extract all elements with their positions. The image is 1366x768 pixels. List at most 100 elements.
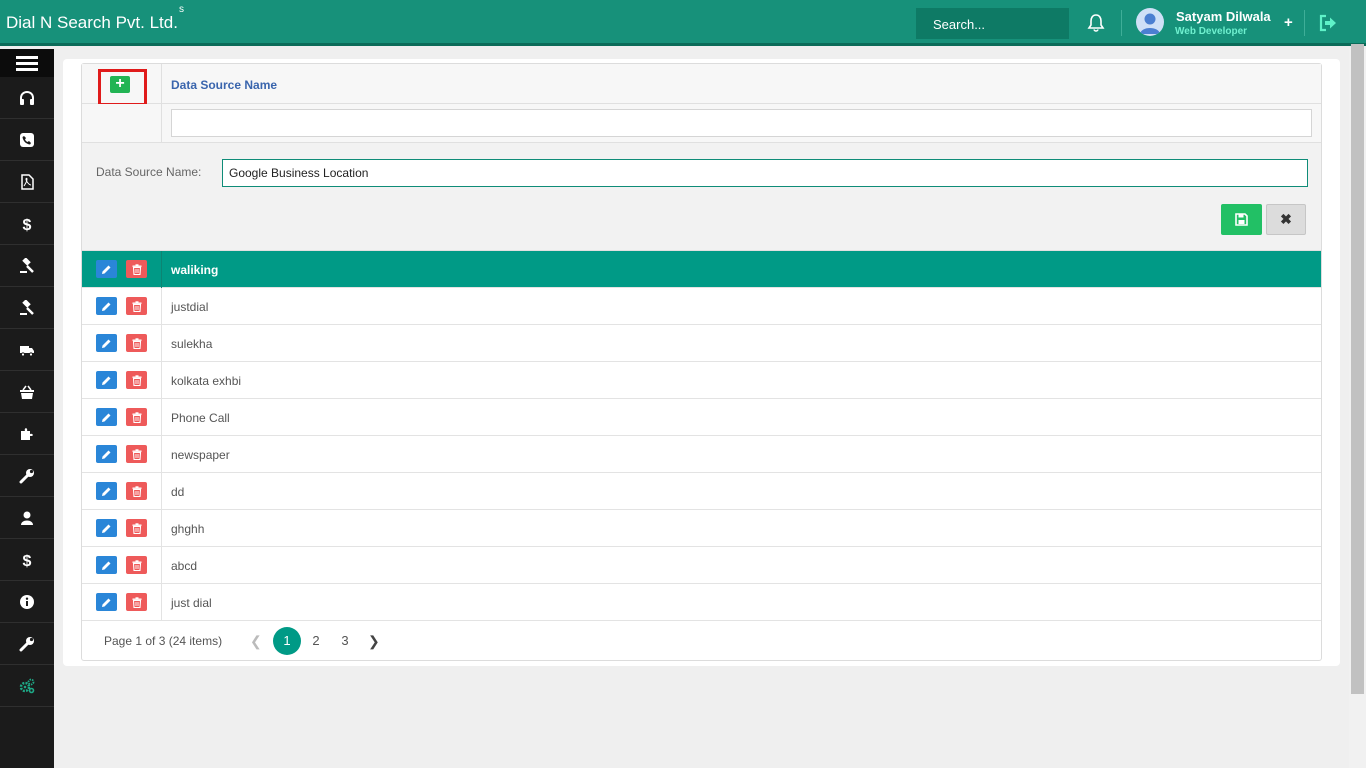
sidebar-item-delivery[interactable] — [0, 329, 54, 371]
row-name: ghghh — [171, 522, 205, 536]
row-name: newspaper — [171, 448, 230, 462]
table-row[interactable]: waliking — [82, 251, 1321, 288]
table-row[interactable]: abcd — [82, 547, 1321, 584]
chevron-right-icon[interactable]: ❯ — [368, 633, 380, 650]
plus-icon[interactable]: + — [1284, 14, 1293, 31]
user-role: Web Developer — [1175, 26, 1248, 37]
edit-button[interactable] — [96, 593, 117, 611]
chevron-left-icon[interactable]: ❮ — [250, 633, 262, 650]
table-row[interactable]: kolkata exhbi — [82, 362, 1321, 399]
dollar-icon: $ — [23, 217, 32, 232]
data-source-name-field[interactable] — [222, 159, 1308, 187]
cogs-icon — [19, 678, 35, 693]
sidebar-item-support[interactable] — [0, 77, 54, 119]
row-name: justdial — [171, 300, 209, 314]
svg-text:$: $ — [23, 553, 32, 568]
column-header-data-source-name[interactable]: Data Source Name — [171, 78, 277, 92]
delete-button[interactable] — [126, 408, 147, 426]
avatar[interactable] — [1136, 8, 1164, 36]
table-row[interactable]: ghghh — [82, 510, 1321, 547]
row-name: waliking — [171, 263, 219, 277]
pencil-icon — [102, 561, 111, 570]
table-row[interactable]: Phone Call — [82, 399, 1321, 436]
delete-button[interactable] — [126, 556, 147, 574]
wrench-icon — [19, 636, 34, 651]
trash-icon — [132, 411, 141, 423]
edit-button[interactable] — [96, 445, 117, 463]
table-row[interactable]: sulekha — [82, 325, 1321, 362]
save-icon — [1235, 213, 1248, 226]
bell-icon[interactable] — [1087, 13, 1105, 33]
edit-button[interactable] — [96, 260, 117, 278]
trash-icon — [132, 485, 141, 497]
pencil-icon — [102, 376, 111, 385]
sidebar-item-calls[interactable] — [0, 119, 54, 161]
row-name: Phone Call — [171, 411, 230, 425]
edit-button[interactable] — [96, 371, 117, 389]
sidebar-item-settings[interactable] — [0, 665, 54, 707]
trash-icon — [132, 559, 141, 571]
sidebar-item-auction[interactable] — [0, 245, 54, 287]
edit-button[interactable] — [96, 482, 117, 500]
sidebar-item-documents[interactable] — [0, 161, 54, 203]
grid-header-row: + Data Source Name — [82, 64, 1321, 106]
table-row[interactable]: dd — [82, 473, 1321, 510]
sidebar-item-billing[interactable]: $ — [0, 203, 54, 245]
sidebar-item-tools[interactable] — [0, 455, 54, 497]
delete-button[interactable] — [126, 445, 147, 463]
edit-button[interactable] — [96, 297, 117, 315]
edit-form: Data Source Name: ✖ — [82, 143, 1321, 251]
pager-info: Page 1 of 3 (24 items) — [104, 634, 223, 648]
brand-text: Dial N Search Pvt. Ltd. — [6, 13, 178, 32]
delete-button[interactable] — [126, 260, 147, 278]
sidebar: $ $ — [0, 49, 54, 768]
column-divider — [161, 362, 162, 399]
sidebar-item-info[interactable] — [0, 581, 54, 623]
hamburger-menu-icon[interactable] — [0, 49, 54, 77]
row-name: dd — [171, 485, 185, 499]
sidebar-item-legal[interactable] — [0, 287, 54, 329]
sidebar-item-shop[interactable] — [0, 371, 54, 413]
info-icon — [20, 594, 34, 609]
pager-page-2[interactable]: 2 — [302, 627, 330, 655]
delete-button[interactable] — [126, 482, 147, 500]
filter-input[interactable] — [171, 109, 1312, 137]
headset-icon — [20, 90, 34, 105]
sidebar-item-modules[interactable] — [0, 413, 54, 455]
row-name: just dial — [171, 596, 212, 610]
delete-button[interactable] — [126, 593, 147, 611]
user-avatar-icon — [1140, 13, 1160, 34]
save-button[interactable] — [1221, 204, 1262, 235]
column-divider — [161, 399, 162, 436]
edit-button[interactable] — [96, 519, 117, 537]
edit-button[interactable] — [96, 408, 117, 426]
pencil-icon — [102, 450, 111, 459]
table-row[interactable]: just dial — [82, 584, 1321, 621]
sidebar-item-payments[interactable]: $ — [0, 539, 54, 581]
edit-button[interactable] — [96, 556, 117, 574]
column-divider — [161, 64, 162, 143]
logout-icon[interactable] — [1319, 14, 1337, 32]
sidebar-item-maintenance[interactable] — [0, 623, 54, 665]
delete-button[interactable] — [126, 334, 147, 352]
brand-title[interactable]: Dial N Search Pvt. Ltd.s — [6, 4, 184, 33]
delete-button[interactable] — [126, 371, 147, 389]
scrollbar-thumb[interactable] — [1351, 44, 1364, 694]
user-name[interactable]: Satyam Dilwala — [1176, 9, 1271, 24]
column-divider — [161, 436, 162, 473]
row-name: kolkata exhbi — [171, 374, 242, 388]
table-row[interactable]: justdial — [82, 288, 1321, 325]
delete-button[interactable] — [126, 519, 147, 537]
pager-page-3[interactable]: 3 — [331, 627, 359, 655]
search-input[interactable]: Search... — [916, 8, 1069, 39]
divider — [1304, 10, 1305, 36]
pager-page-1[interactable]: 1 — [273, 627, 301, 655]
pdf-file-icon — [21, 173, 34, 190]
edit-button[interactable] — [96, 334, 117, 352]
user-icon — [21, 511, 33, 525]
delete-button[interactable] — [126, 297, 147, 315]
highlight-box — [98, 69, 147, 106]
cancel-button[interactable]: ✖ — [1266, 204, 1306, 235]
sidebar-item-users[interactable] — [0, 497, 54, 539]
table-row[interactable]: newspaper — [82, 436, 1321, 473]
